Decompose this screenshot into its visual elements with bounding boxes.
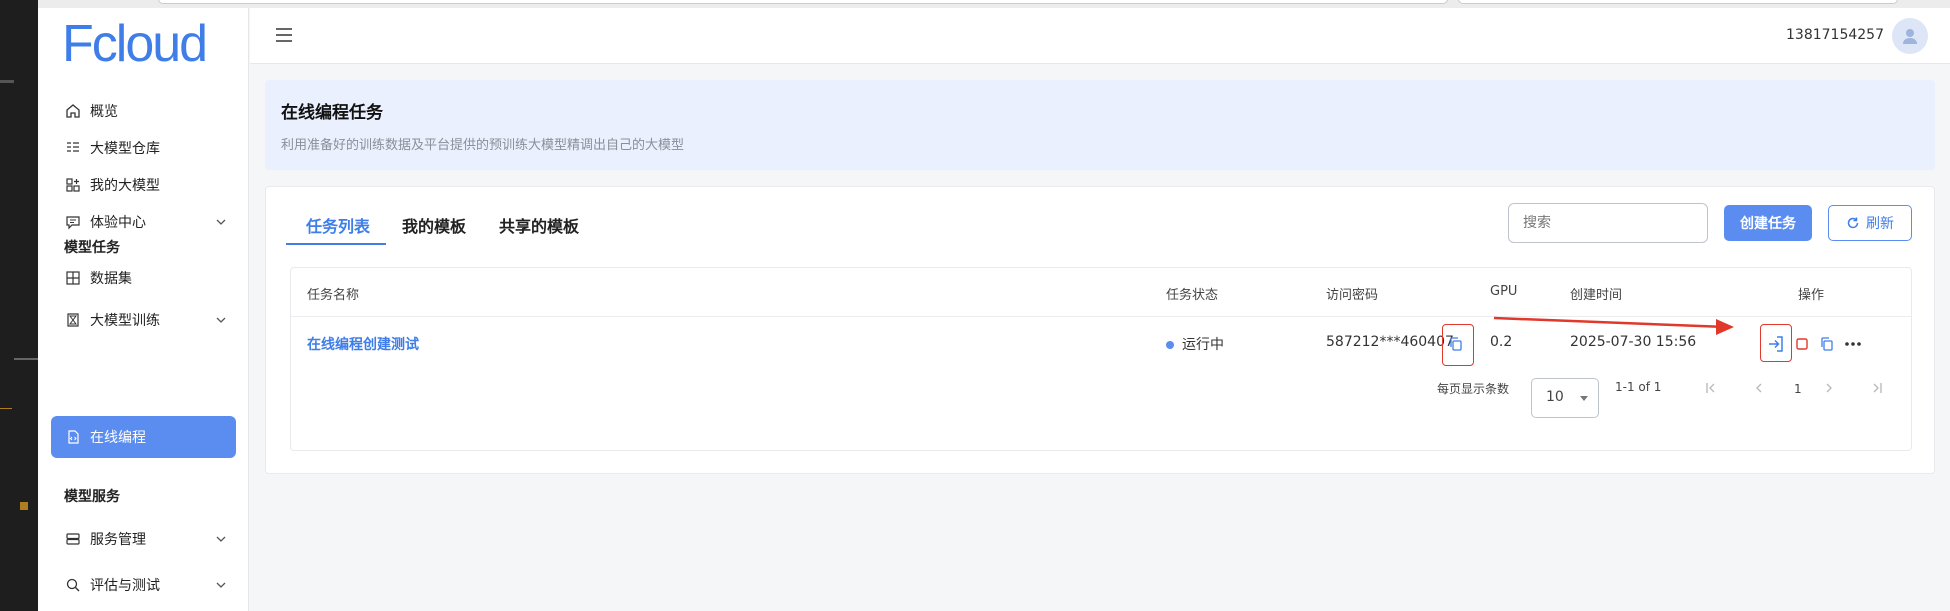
section-heading-model-service: 模型服务	[64, 489, 120, 505]
stop-icon	[1796, 338, 1808, 350]
copy-icon	[1821, 337, 1833, 351]
chevron-down-icon	[216, 582, 226, 588]
access-password: 587212***460407	[1326, 334, 1454, 350]
per-page-label: 每页显示条数	[1437, 382, 1510, 396]
active-tab-indicator	[286, 243, 386, 245]
fcloud-logo[interactable]: Fcloud	[62, 14, 208, 74]
col-header-actions: 操作	[1798, 288, 1825, 303]
chevron-down-icon	[216, 317, 226, 323]
browser-top-bar	[38, 0, 1950, 8]
col-header-created: 创建时间	[1570, 288, 1623, 303]
more-icon	[1845, 342, 1861, 346]
grid-icon	[64, 269, 82, 287]
sidebar-item-label: 体验中心	[90, 215, 146, 231]
sidebar-item-evaluation[interactable]: 评估与测试	[51, 564, 236, 606]
chevron-down-icon	[216, 536, 226, 542]
sidebar-item-overview[interactable]: 概览	[51, 90, 236, 132]
stop-task-button[interactable]	[1792, 334, 1812, 354]
sidebar-item-label: 在线编程	[90, 430, 146, 446]
status-text: 运行中	[1182, 337, 1224, 353]
chat-icon	[64, 213, 82, 231]
next-page-button[interactable]	[1819, 378, 1839, 398]
list-icon	[64, 139, 82, 157]
chevron-left-icon	[1756, 383, 1762, 393]
chevron-down-icon	[216, 219, 226, 225]
user-icon	[1903, 29, 1917, 44]
task-name-link[interactable]: 在线编程创建测试	[307, 334, 419, 354]
search-input[interactable]	[1508, 203, 1708, 243]
refresh-button[interactable]: 刷新	[1828, 205, 1912, 241]
sidebar: Fcloud 概览 大模型仓库 我的大模型 体验中心 模型任务 数据集 大模型训…	[38, 8, 249, 611]
sidebar-item-model-repo[interactable]: 大模型仓库	[51, 127, 236, 169]
chevron-right-icon	[1826, 383, 1832, 393]
sidebar-item-label: 我的大模型	[90, 178, 160, 194]
refresh-label: 刷新	[1866, 216, 1894, 232]
col-header-gpu: GPU	[1490, 284, 1518, 299]
hourglass-icon	[64, 311, 82, 329]
current-page: 1	[1794, 382, 1802, 396]
sidebar-item-online-coding[interactable]: 在线编程	[51, 416, 236, 458]
task-status: 运行中	[1166, 334, 1224, 354]
sidebar-item-my-models[interactable]: 我的大模型	[51, 164, 236, 206]
annotation-arrow	[1493, 316, 1734, 335]
menu-toggle-icon[interactable]	[276, 28, 292, 42]
last-page-button[interactable]	[1867, 378, 1887, 398]
top-header: 13817154257	[250, 8, 1950, 64]
col-header-name: 任务名称	[307, 288, 360, 303]
first-page-icon	[1706, 383, 1715, 393]
per-page-value: 10	[1546, 389, 1564, 405]
clone-task-button[interactable]	[1817, 334, 1837, 354]
background-window-strip	[0, 0, 38, 611]
apps-add-icon	[64, 176, 82, 194]
sidebar-item-label: 大模型仓库	[90, 141, 160, 157]
code-file-icon	[64, 428, 82, 446]
task-table: 任务名称 任务状态 访问密码 GPU 创建时间 操作 在线编程创建测试 运行中 …	[290, 267, 1912, 451]
col-header-status: 任务状态	[1166, 288, 1219, 303]
home-icon	[64, 102, 82, 120]
tab-my-templates[interactable]: 我的模板	[402, 213, 466, 237]
page-title: 在线编程任务	[281, 103, 383, 123]
sidebar-item-label: 服务管理	[90, 532, 146, 548]
col-header-password: 访问密码	[1326, 288, 1379, 303]
dropdown-caret-icon	[1580, 396, 1588, 401]
per-page-select[interactable]: 10	[1531, 378, 1599, 418]
sidebar-item-dataset[interactable]: 数据集	[51, 257, 236, 299]
sidebar-item-model-training[interactable]: 大模型训练	[51, 299, 236, 341]
page-subtitle: 利用准备好的训练数据及平台提供的预训练大模型精调出自己的大模型	[281, 138, 685, 153]
annotation-box-open	[1760, 324, 1792, 362]
last-page-icon	[1873, 383, 1882, 393]
tab-shared-templates[interactable]: 共享的模板	[499, 213, 579, 237]
page-range: 1-1 of 1	[1615, 380, 1662, 394]
section-heading-model-task: 模型任务	[64, 240, 120, 256]
prev-page-button[interactable]	[1749, 378, 1769, 398]
status-dot	[1166, 341, 1174, 349]
sidebar-item-label: 数据集	[90, 271, 132, 287]
tab-task-list[interactable]: 任务列表	[306, 213, 370, 237]
sidebar-item-label: 概览	[90, 104, 118, 120]
server-icon	[64, 530, 82, 548]
page-banner: 在线编程任务 利用准备好的训练数据及平台提供的预训练大模型精调出自己的大模型	[265, 80, 1935, 170]
annotation-box-copy	[1442, 324, 1474, 366]
create-task-button[interactable]: 创建任务	[1724, 205, 1812, 241]
avatar[interactable]	[1892, 18, 1928, 54]
user-account-name[interactable]: 13817154257	[1786, 27, 1884, 43]
sidebar-item-label: 评估与测试	[90, 578, 160, 594]
first-page-button[interactable]	[1701, 378, 1721, 398]
more-actions-button[interactable]	[1843, 334, 1863, 354]
sidebar-item-label: 大模型训练	[90, 313, 160, 329]
search-zoom-icon	[64, 576, 82, 594]
refresh-icon	[1847, 217, 1859, 229]
sidebar-item-service-management[interactable]: 服务管理	[51, 518, 236, 560]
